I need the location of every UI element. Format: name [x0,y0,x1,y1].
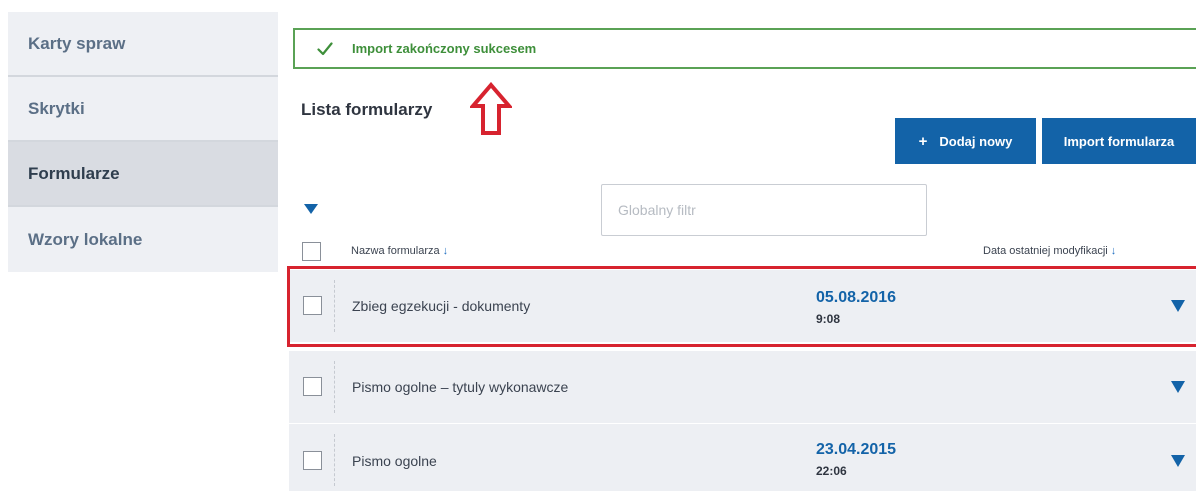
sort-arrow-icon: ↓ [442,245,449,257]
expand-row-icon[interactable] [1171,455,1185,467]
column-header-date[interactable]: Data ostatniej modyfikacji ↓ [983,245,1116,257]
success-banner: Import zakończony sukcesem [293,28,1196,69]
column-header-name-label: Nazwa formularza [351,245,440,257]
sidebar-item-label: Formularze [28,163,120,183]
collapse-toggle-icon[interactable] [304,204,318,214]
check-icon [317,41,333,55]
plus-icon: + [918,132,928,150]
success-message: Import zakończony sukcesem [352,41,537,56]
row-checkbox[interactable] [303,296,322,315]
row-checkbox[interactable] [303,451,322,470]
sidebar-item-label: Skrytki [28,98,85,118]
form-name: Pismo ogolne – tytuly wykonawcze [352,379,569,395]
add-new-button[interactable]: + Dodaj nowy [895,118,1036,164]
import-form-label: Import formularza [1063,133,1175,149]
global-filter-input[interactable] [601,184,927,236]
table-row[interactable]: Zbieg egzekucji - dokumenty 05.08.2016 9… [289,270,1196,342]
modified-time: 9:08 [816,312,841,326]
table-row[interactable]: Pismo ogolne 23.04.2015 22:06 [289,424,1196,491]
row-divider [334,361,335,413]
form-name: Pismo ogolne [352,453,437,469]
sidebar-item-wzory-lokalne[interactable]: Wzory lokalne [8,207,278,272]
app-root: Karty spraw Skrytki Formularze Wzory lok… [0,0,1196,491]
sidebar: Karty spraw Skrytki Formularze Wzory lok… [8,12,278,272]
row-divider [334,434,335,486]
modified-date: 05.08.2016 [816,289,897,306]
sidebar-item-label: Wzory lokalne [28,229,143,249]
select-all-checkbox[interactable] [302,242,321,261]
sidebar-item-label: Karty spraw [28,33,126,53]
sidebar-item-skrytki[interactable]: Skrytki [8,77,278,142]
expand-row-icon[interactable] [1171,300,1185,312]
sort-arrow-icon: ↓ [1110,245,1117,257]
row-divider [334,280,335,332]
add-new-label: Dodaj nowy [939,133,1013,149]
sidebar-item-karty-spraw[interactable]: Karty spraw [8,12,278,77]
form-name: Zbieg egzekucji - dokumenty [352,298,531,314]
column-header-date-label: Data ostatniej modyfikacji [983,245,1108,257]
annotation-arrow-up-icon [470,82,512,135]
column-header-name[interactable]: Nazwa formularza ↓ [351,245,448,257]
expand-row-icon[interactable] [1171,381,1185,393]
import-form-button[interactable]: Import formularza [1042,118,1196,164]
modified-date: 23.04.2015 [816,441,897,458]
row-checkbox[interactable] [303,377,322,396]
modified-time: 22:06 [816,464,847,478]
page-title: Lista formularzy [301,100,433,119]
sidebar-item-formularze[interactable]: Formularze [8,142,278,207]
table-row[interactable]: Pismo ogolne – tytuly wykonawcze [289,351,1196,423]
